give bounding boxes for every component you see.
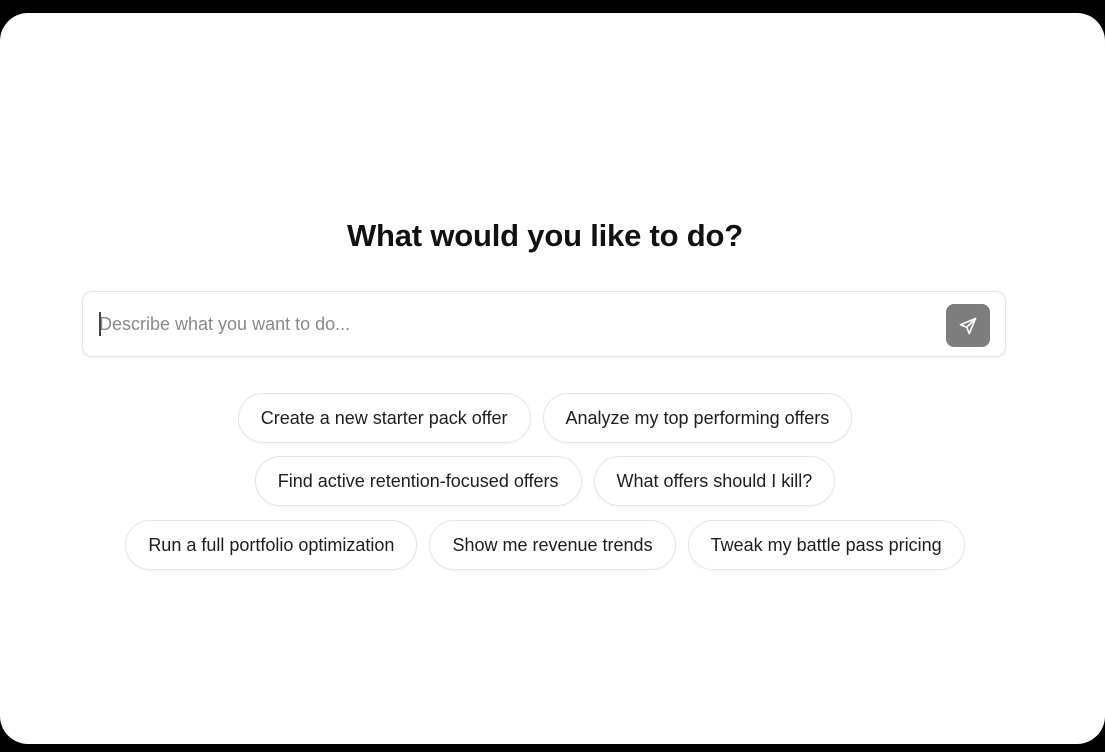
suggestion-chip-starter-pack[interactable]: Create a new starter pack offer — [237, 393, 531, 443]
app-window: What would you like to do? Create a new … — [0, 13, 1105, 744]
page-title: What would you like to do? — [346, 218, 744, 253]
suggestion-row: Find active retention-focused offers Wha… — [0, 456, 1090, 506]
suggestion-chip-portfolio-optimization[interactable]: Run a full portfolio optimization — [125, 520, 418, 570]
suggestion-chip-battle-pass-pricing[interactable]: Tweak my battle pass pricing — [687, 520, 965, 570]
prompt-box — [82, 291, 1006, 357]
send-button[interactable] — [946, 304, 990, 347]
send-arrow-icon — [959, 317, 977, 334]
suggestion-chip-retention-offers[interactable]: Find active retention-focused offers — [254, 456, 582, 506]
suggestion-chip-revenue-trends[interactable]: Show me revenue trends — [429, 520, 676, 570]
suggestion-row: Run a full portfolio optimization Show m… — [0, 520, 1090, 570]
suggestion-chip-top-offers[interactable]: Analyze my top performing offers — [542, 393, 853, 443]
suggestion-chip-kill-offers[interactable]: What offers should I kill? — [593, 456, 836, 506]
text-cursor — [99, 312, 101, 336]
suggestion-row: Create a new starter pack offer Analyze … — [0, 393, 1090, 443]
prompt-input[interactable] — [99, 310, 919, 338]
